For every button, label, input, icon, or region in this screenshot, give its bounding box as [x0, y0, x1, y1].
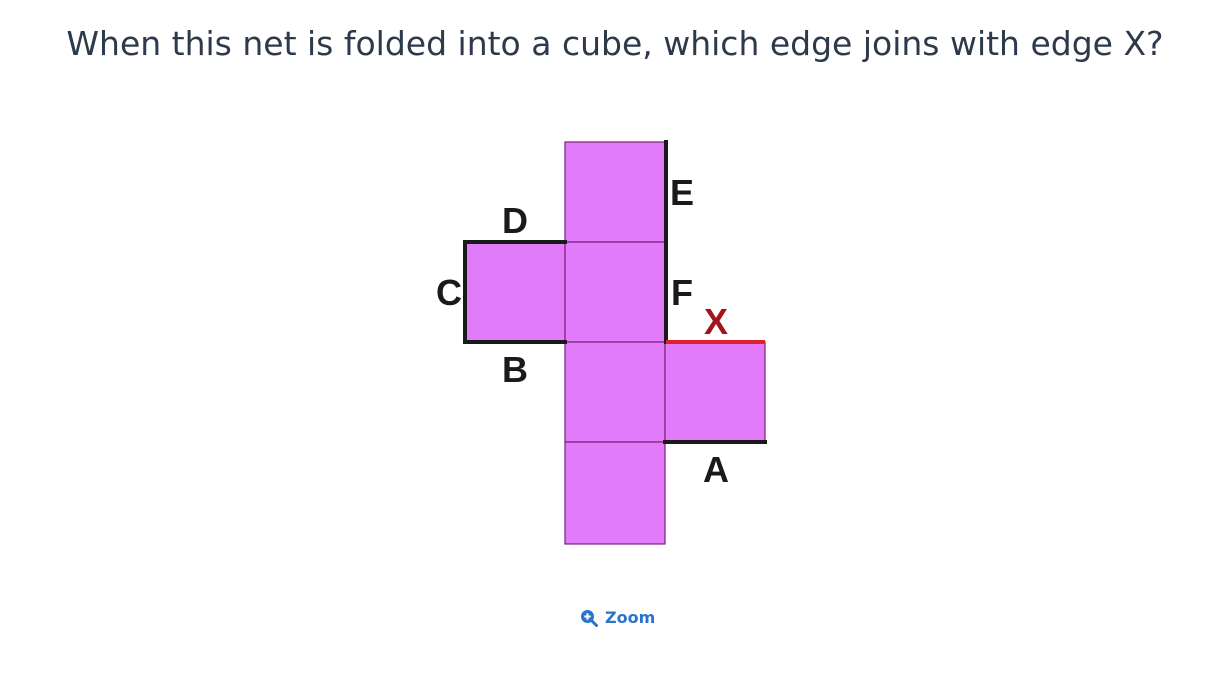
face-right — [664, 341, 766, 443]
face-top — [564, 141, 666, 243]
edge-label-a: A — [703, 449, 729, 490]
edge-label-x: X — [704, 301, 728, 342]
cube-net-diagram: E D C F X B A — [436, 140, 767, 545]
face-center-upper — [564, 241, 666, 343]
edge-label-b: B — [502, 349, 528, 390]
face-left — [464, 241, 566, 343]
zoom-in-icon — [580, 609, 598, 627]
edge-label-d: D — [502, 200, 528, 241]
edge-label-f: F — [671, 272, 693, 313]
edge-label-c: C — [436, 272, 462, 313]
face-bottom — [564, 441, 666, 545]
edge-label-e: E — [670, 172, 694, 213]
zoom-label: Zoom — [605, 608, 656, 627]
face-center-lower — [564, 341, 666, 443]
question-text: When this net is folded into a cube, whi… — [66, 24, 1164, 63]
zoom-button[interactable]: Zoom — [580, 608, 655, 627]
